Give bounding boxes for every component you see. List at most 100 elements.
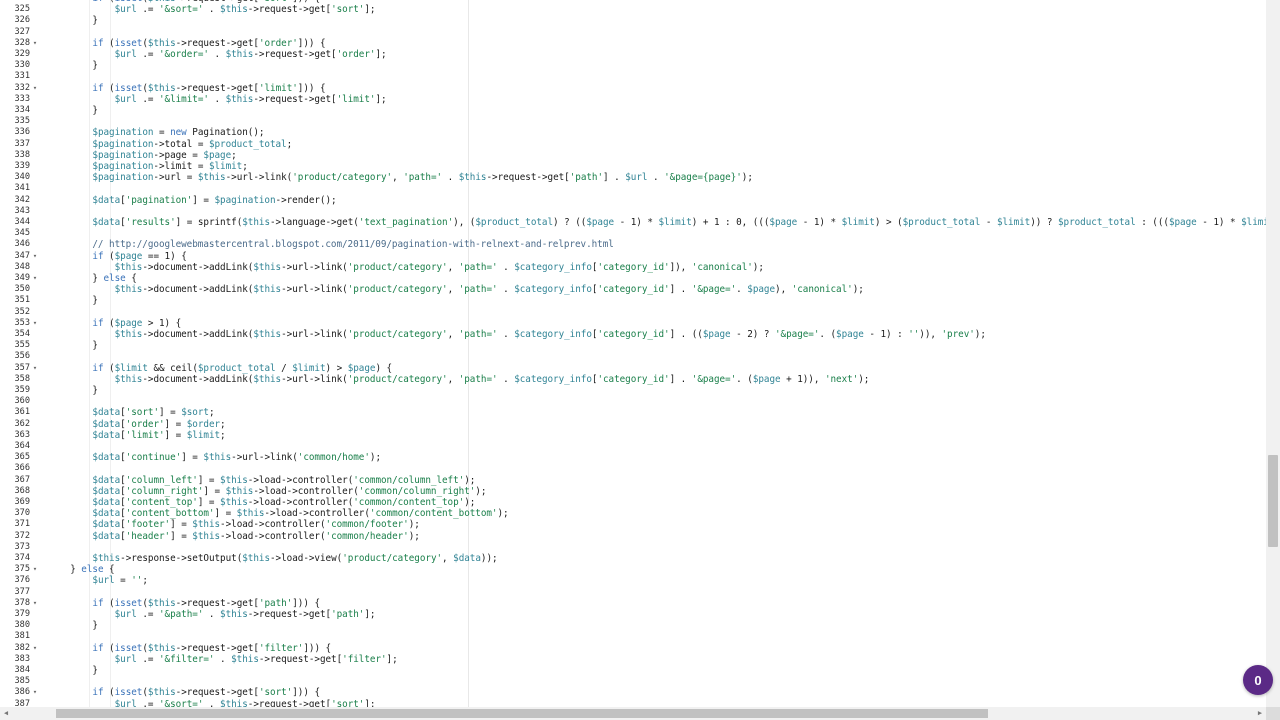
code-line[interactable]: 367 $data['column_left'] = $this->load->…: [0, 475, 1266, 486]
code-line[interactable]: 347 ▾ if ($page == 1) {: [0, 251, 1266, 262]
code-line[interactable]: 359 }: [0, 385, 1266, 396]
code-line[interactable]: 327: [0, 27, 1266, 38]
code-line[interactable]: 341: [0, 183, 1266, 194]
code-line[interactable]: 383 $url .= '&filter=' . $this->request-…: [0, 654, 1266, 665]
line-number: 332: [14, 82, 30, 93]
code-editor[interactable]: 324▾ if (isset($this->request->get['sort…: [0, 0, 1266, 707]
code-line[interactable]: 328 ▾ if (isset($this->request->get['orde…: [0, 38, 1266, 49]
line-number: 345: [14, 228, 30, 239]
vertical-scrollbar[interactable]: [1266, 0, 1280, 707]
code-text: }: [48, 105, 98, 116]
code-line[interactable]: 365 $data['continue'] = $this->url->link…: [0, 452, 1266, 463]
code-line[interactable]: 372 $data['header'] = $this->load->contr…: [0, 531, 1266, 542]
code-line[interactable]: 345: [0, 228, 1266, 239]
code-line[interactable]: 382 ▾ if (isset($this->request->get['filt…: [0, 643, 1266, 654]
arrow-right-icon[interactable]: ▶: [1254, 707, 1266, 720]
code-line[interactable]: 340 $pagination->url = $this->url->link(…: [0, 172, 1266, 183]
fold-arrow-icon[interactable]: ▾: [31, 363, 39, 374]
code-line[interactable]: 377: [0, 587, 1266, 598]
code-line[interactable]: 325 $url .= '&sort=' . $this->request->g…: [0, 4, 1266, 15]
code-line[interactable]: 369 $data['content_top'] = $this->load->…: [0, 497, 1266, 508]
line-number: 340: [14, 172, 30, 183]
code-line[interactable]: 373: [0, 542, 1266, 553]
vertical-scrollbar-thumb[interactable]: [1268, 455, 1278, 548]
code-line[interactable]: 352: [0, 307, 1266, 318]
code-text: if (isset($this->request->get['limit']))…: [92, 82, 326, 94]
code-line[interactable]: 355 }: [0, 340, 1266, 351]
fold-arrow-icon[interactable]: ▾: [31, 643, 39, 654]
code-line[interactable]: 343: [0, 206, 1266, 217]
code-text: $data['content_bottom'] = $this->load->c…: [92, 508, 509, 520]
code-line[interactable]: 354 $this->document->addLink($this->url-…: [0, 329, 1266, 340]
code-line[interactable]: 378 ▾ if (isset($this->request->get['path…: [0, 598, 1266, 609]
code-line[interactable]: 363 $data['limit'] = $limit;: [0, 430, 1266, 441]
code-line[interactable]: 360: [0, 396, 1266, 407]
code-line[interactable]: 337 $pagination->total = $product_total;: [0, 139, 1266, 150]
code-text: $pagination->limit = $limit;: [92, 161, 248, 172]
code-line[interactable]: 326 }: [0, 15, 1266, 26]
chat-badge-button[interactable]: 0: [1243, 665, 1273, 695]
code-line[interactable]: 348 $this->document->addLink($this->url-…: [0, 262, 1266, 273]
code-text: }: [48, 340, 98, 352]
code-line[interactable]: 350 $this->document->addLink($this->url-…: [0, 284, 1266, 295]
code-line[interactable]: 376 $url = '';: [0, 575, 1266, 586]
code-line[interactable]: 344 $data['results'] = sprintf($this->la…: [0, 217, 1266, 228]
fold-arrow-icon[interactable]: ▾: [31, 83, 39, 94]
code-line[interactable]: 357 ▾ if ($limit && ceil($product_total /…: [0, 363, 1266, 374]
code-line[interactable]: 336 $pagination = new Pagination();: [0, 127, 1266, 138]
fold-arrow-icon[interactable]: ▾: [31, 564, 39, 575]
code-line[interactable]: 356: [0, 351, 1266, 362]
code-text: }: [48, 620, 98, 632]
code-line[interactable]: 385: [0, 676, 1266, 687]
arrow-left-icon[interactable]: ◀: [0, 707, 12, 720]
code-line[interactable]: 331: [0, 71, 1266, 82]
line-number: 325: [14, 4, 30, 15]
horizontal-scrollbar[interactable]: ◀ ▶: [0, 707, 1266, 720]
code-text: if (isset($this->request->get['sort'])) …: [92, 687, 320, 699]
code-line[interactable]: 371 $data['footer'] = $this->load->contr…: [0, 519, 1266, 530]
code-line[interactable]: 364: [0, 441, 1266, 452]
code-line[interactable]: 346 // http://googlewebmastercentral.blo…: [0, 239, 1266, 250]
code-line[interactable]: 362 $data['order'] = $order;: [0, 419, 1266, 430]
code-line[interactable]: 368 $data['column_right'] = $this->load-…: [0, 486, 1266, 497]
line-number: 338: [14, 149, 30, 160]
code-line[interactable]: 349 ▾ } else {: [0, 273, 1266, 284]
line-number: 381: [14, 631, 30, 642]
code-line[interactable]: 339 $pagination->limit = $limit;: [0, 161, 1266, 172]
code-line[interactable]: 375 ▾ } else {: [0, 564, 1266, 575]
line-number: 359: [14, 385, 30, 395]
code-line[interactable]: 329 $url .= '&order=' . $this->request->…: [0, 49, 1266, 60]
code-line[interactable]: 333 $url .= '&limit=' . $this->request->…: [0, 94, 1266, 105]
code-text: } else {: [48, 564, 115, 576]
fold-arrow-icon[interactable]: ▾: [31, 251, 39, 262]
code-line[interactable]: 358 $this->document->addLink($this->url-…: [0, 374, 1266, 385]
code-line[interactable]: 381: [0, 631, 1266, 642]
fold-arrow-icon[interactable]: ▾: [31, 598, 39, 609]
code-line[interactable]: 330 }: [0, 60, 1266, 71]
line-number: 372: [14, 530, 30, 541]
line-number: 350: [14, 284, 30, 295]
code-line[interactable]: 386 ▾ if (isset($this->request->get['sort…: [0, 687, 1266, 698]
code-line[interactable]: 380 }: [0, 620, 1266, 631]
code-line[interactable]: 370 $data['content_bottom'] = $this->loa…: [0, 508, 1266, 519]
line-number: 375: [14, 564, 30, 575]
code-line[interactable]: 374 $this->response->setOutput($this->lo…: [0, 553, 1266, 564]
fold-arrow-icon[interactable]: ▾: [31, 38, 39, 49]
code-line[interactable]: 351 }: [0, 295, 1266, 306]
code-line[interactable]: 338 $pagination->page = $page;: [0, 150, 1266, 161]
fold-arrow-icon[interactable]: ▾: [31, 318, 39, 329]
code-text: $this->document->addLink($this->url->lin…: [114, 261, 764, 273]
code-line[interactable]: 334 }: [0, 105, 1266, 116]
code-line[interactable]: 335: [0, 116, 1266, 127]
code-line[interactable]: 366: [0, 463, 1266, 474]
fold-arrow-icon[interactable]: ▾: [31, 273, 39, 284]
code-line[interactable]: 332 ▾ if (isset($this->request->get['limi…: [0, 83, 1266, 94]
code-line[interactable]: 361 $data['sort'] = $sort;: [0, 407, 1266, 418]
code-line[interactable]: 353 ▾ if ($page > 1) {: [0, 318, 1266, 329]
fold-arrow-icon[interactable]: ▾: [31, 687, 39, 698]
code-line[interactable]: 387 $url .= '&sort=' . $this->request->g…: [0, 699, 1266, 707]
code-line[interactable]: 379 $url .= '&path=' . $this->request->g…: [0, 609, 1266, 620]
code-line[interactable]: 342 $data['pagination'] = $pagination->r…: [0, 195, 1266, 206]
code-line[interactable]: 384 }: [0, 665, 1266, 676]
horizontal-scrollbar-thumb[interactable]: [56, 709, 988, 718]
